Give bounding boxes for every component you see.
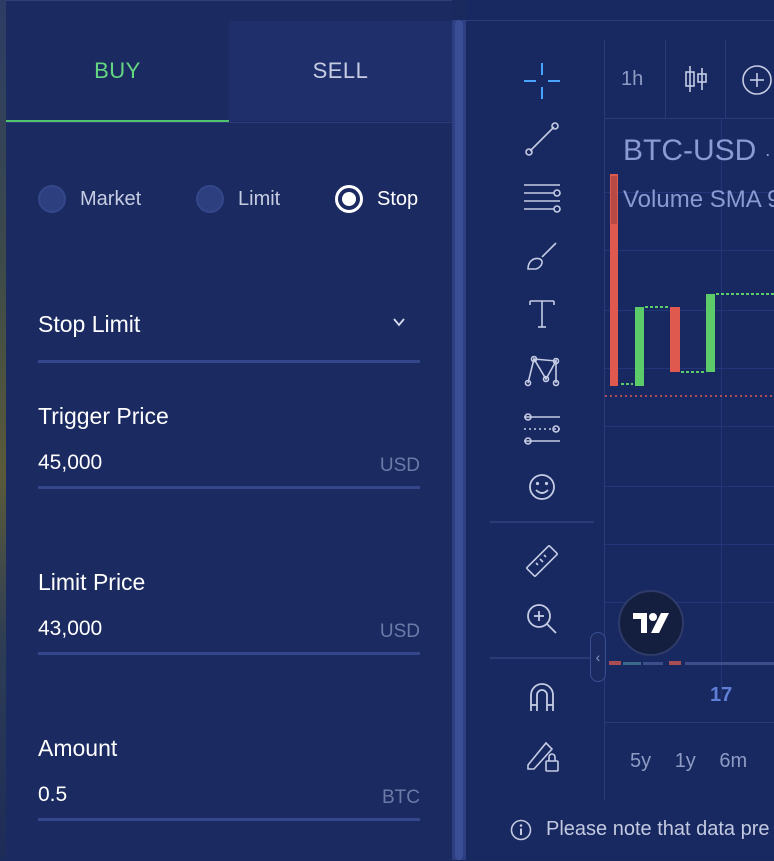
radio-market[interactable]: Market: [38, 181, 141, 217]
radio-circle-selected[interactable]: [335, 185, 363, 213]
radio-limit[interactable]: Limit: [196, 181, 280, 217]
candle-up: [706, 294, 715, 372]
notice-text: Please note that data pre: [546, 818, 770, 840]
emoji-icon[interactable]: [520, 465, 564, 509]
time-axis-divider: [604, 722, 774, 723]
range-6m[interactable]: 6m: [719, 750, 747, 772]
chart-header-toolbar: 1h: [605, 40, 774, 119]
tab-buy[interactable]: BUY: [6, 21, 229, 121]
chart-area: 1h BTC-USD · 1 Volume SMA 9: [466, 0, 774, 860]
chart-top-border: [466, 20, 774, 21]
range-selector: 5y 1y 6m: [630, 750, 765, 773]
limit-price-label: Limit Price: [38, 569, 146, 595]
radio-stop[interactable]: Stop: [335, 181, 418, 217]
candles-style-icon[interactable]: [683, 64, 709, 94]
radio-label-market: Market: [80, 187, 142, 210]
volume-bars: [609, 661, 774, 665]
info-icon: [510, 819, 532, 840]
toolbar-separator: [490, 657, 594, 659]
order-panel: BUY SELL Market Limit Stop Stop Limit Tr…: [6, 0, 452, 861]
fib-icon[interactable]: [520, 175, 564, 219]
candle-down: [670, 307, 680, 372]
trend-line-icon[interactable]: [520, 117, 564, 161]
trigger-price-unit: USD: [379, 455, 420, 476]
data-notice: Please note that data pre: [510, 818, 770, 841]
crosshair-icon[interactable]: [520, 59, 564, 103]
tradingview-logo[interactable]: [618, 590, 684, 656]
limit-price-unit: USD: [379, 621, 420, 642]
limit-price-input[interactable]: 43,000 USD: [38, 611, 420, 655]
toolbar-separator: [490, 521, 594, 523]
order-type-radio-group: Market Limit Stop: [38, 181, 438, 217]
radio-label-limit: Limit: [238, 187, 281, 210]
candle-up: [635, 307, 644, 386]
add-indicator-icon[interactable]: [741, 64, 773, 96]
toolbar-separator: [725, 40, 726, 118]
radio-circle[interactable]: [196, 185, 224, 213]
magnet-icon[interactable]: [520, 675, 564, 719]
grid-line: [605, 544, 774, 545]
trigger-price-value: 45,000: [38, 451, 103, 474]
pattern-icon[interactable]: [520, 349, 564, 393]
collapse-toolbar-button[interactable]: ‹: [590, 632, 606, 682]
range-1y[interactable]: 1y: [675, 750, 696, 772]
text-icon[interactable]: [520, 291, 564, 335]
chevron-left-icon: ‹: [595, 649, 601, 665]
limit-price-value: 43,000: [38, 617, 103, 640]
amount-input[interactable]: 0.5 BTC: [38, 777, 420, 821]
zoom-icon[interactable]: [520, 597, 564, 641]
chart-main[interactable]: 1h BTC-USD · 1 Volume SMA 9: [604, 40, 774, 800]
prediction-icon[interactable]: [520, 407, 564, 451]
radio-circle[interactable]: [38, 185, 66, 213]
lock-pencil-icon[interactable]: [520, 733, 564, 777]
stop-type-select[interactable]: Stop Limit: [38, 301, 420, 363]
ruler-icon[interactable]: [520, 539, 564, 583]
time-axis-label: 17: [710, 684, 733, 706]
scrollbar-handle[interactable]: [455, 20, 463, 860]
tab-sell[interactable]: SELL: [229, 21, 452, 121]
interval-button[interactable]: 1h: [621, 68, 643, 91]
radio-label-stop: Stop: [377, 187, 419, 210]
panel-divider[interactable]: [452, 20, 466, 860]
stop-type-value: Stop Limit: [38, 311, 141, 337]
amount-unit: BTC: [382, 787, 420, 808]
range-5y[interactable]: 5y: [630, 750, 651, 772]
grid-line: [605, 486, 774, 487]
trigger-price-input[interactable]: 45,000 USD: [38, 445, 420, 489]
tradingview-logo-icon: [633, 613, 669, 633]
trigger-price-label: Trigger Price: [38, 403, 169, 429]
amount-label: Amount: [38, 735, 118, 761]
toolbar-separator: [665, 40, 666, 118]
radio-dot: [342, 192, 356, 206]
drawing-toolbar: [490, 45, 594, 805]
order-tabs: BUY SELL: [6, 21, 452, 123]
chevron-down-icon: [393, 318, 405, 327]
amount-value: 0.5: [38, 783, 68, 806]
candlestick-series: [605, 174, 774, 397]
tabs-divider: [6, 122, 452, 123]
candle-wick: [611, 176, 617, 224]
grid-line: [605, 426, 774, 427]
brush-icon[interactable]: [520, 233, 564, 277]
